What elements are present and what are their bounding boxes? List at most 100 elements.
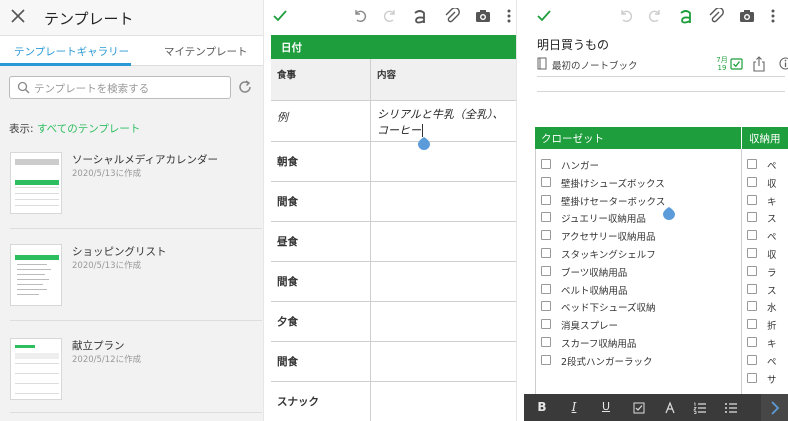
checkbox[interactable]: [747, 248, 757, 258]
attachment-icon[interactable]: [444, 8, 460, 24]
cell-meal[interactable]: 夕食: [271, 302, 371, 341]
cell-meal[interactable]: 朝食: [271, 142, 371, 181]
cell-meal[interactable]: 間食: [271, 182, 371, 221]
highlighter-icon[interactable]: [662, 401, 678, 415]
template-item[interactable]: ショッピングリスト 2020/5/13に作成: [0, 240, 263, 330]
checkbox[interactable]: [747, 354, 757, 365]
checkbox[interactable]: [747, 212, 757, 223]
undo-icon[interactable]: [618, 8, 634, 24]
checkbox[interactable]: [541, 265, 551, 276]
redo-icon[interactable]: [647, 8, 663, 24]
checklist-item-label[interactable]: 消臭スプレー: [561, 318, 618, 332]
checkbox[interactable]: [541, 248, 551, 258]
checklist-item-label[interactable]: スカーフ収納用品: [561, 336, 636, 350]
checkbox[interactable]: [747, 159, 757, 169]
checkbox[interactable]: [747, 319, 757, 330]
cell-content[interactable]: [371, 222, 516, 261]
reminder-date[interactable]: 7月 19: [716, 56, 728, 72]
attachment-icon[interactable]: [708, 8, 724, 24]
refresh-icon[interactable]: [237, 79, 253, 95]
checklist-item-label[interactable]: サ: [767, 372, 777, 386]
cell-meal[interactable]: スナック: [271, 382, 371, 421]
checklist-item-label[interactable]: ベッド下シューズ収納: [561, 300, 656, 314]
checklist-item-label[interactable]: 収: [767, 247, 777, 261]
text-format-icon[interactable]: [678, 8, 694, 26]
cell-content[interactable]: [371, 262, 516, 301]
checklist-item-label[interactable]: ペ: [767, 158, 777, 172]
tab-my-templates[interactable]: マイテンプレート: [164, 44, 247, 59]
bold-button[interactable]: B: [534, 400, 550, 414]
template-filter[interactable]: 表示: すべてのテンプレート: [9, 121, 140, 136]
checklist-item-label[interactable]: ス: [767, 211, 777, 225]
more-menu-icon[interactable]: [506, 8, 512, 24]
checkbox[interactable]: [747, 283, 757, 294]
checklist-item-label[interactable]: 水: [767, 300, 777, 314]
tab-template-gallery[interactable]: テンプレートギャラリー: [14, 44, 129, 59]
cell-meal[interactable]: 間食: [271, 342, 371, 381]
checklist-item-label[interactable]: アクセサリー収納用品: [561, 229, 656, 243]
checkbox[interactable]: [541, 301, 551, 312]
notebook-name[interactable]: 最初のノートブック: [552, 58, 638, 72]
cell-content[interactable]: [371, 382, 516, 421]
text-cursor-handle-icon[interactable]: [418, 134, 430, 150]
checklist-item-label[interactable]: 2段式ハンガーラック: [561, 354, 653, 368]
checkbox[interactable]: [747, 194, 757, 205]
share-icon[interactable]: [753, 56, 765, 72]
more-menu-icon[interactable]: [770, 8, 776, 24]
checkbox[interactable]: [541, 283, 551, 294]
checklist-item-label[interactable]: 収: [767, 176, 777, 190]
camera-icon[interactable]: [475, 8, 491, 24]
checklist-item-label[interactable]: ハンガー: [561, 158, 599, 172]
template-item[interactable]: ソーシャルメディアカレンダー 2020/5/13に作成: [0, 148, 263, 238]
checkbox[interactable]: [747, 265, 757, 276]
checklist-item-label[interactable]: ペ: [767, 354, 777, 368]
cell-content[interactable]: [371, 342, 516, 381]
search-input[interactable]: テンプレートを検索する: [9, 76, 231, 99]
checklist-item-label[interactable]: 折: [767, 318, 777, 332]
checkmark-icon[interactable]: [536, 8, 552, 24]
cell-content[interactable]: [371, 302, 516, 341]
camera-icon[interactable]: [739, 8, 755, 24]
more-format-button[interactable]: [761, 394, 788, 421]
checkbox[interactable]: [747, 337, 757, 347]
checklist-item-label[interactable]: 壁掛けセーターボックス: [561, 194, 665, 208]
numbered-list-icon[interactable]: [692, 402, 708, 414]
checkbox[interactable]: [541, 194, 551, 205]
table-title[interactable]: 日付: [281, 40, 302, 55]
info-icon[interactable]: [779, 57, 788, 70]
template-item[interactable]: 献立プラン 2020/5/12に作成: [0, 334, 263, 421]
checklist-item-label[interactable]: ジュエリー収納用品: [561, 211, 646, 225]
col-header-closet[interactable]: クローゼット: [541, 131, 604, 146]
checkmark-icon[interactable]: [272, 8, 288, 24]
cell-meal[interactable]: 間食: [271, 262, 371, 301]
text-cursor-handle-icon[interactable]: [663, 204, 675, 220]
checkbox[interactable]: [541, 230, 551, 241]
checkbox[interactable]: [541, 212, 551, 223]
checkbox[interactable]: [541, 176, 551, 187]
checkbox[interactable]: [541, 354, 551, 365]
cell-example-content[interactable]: シリアルと牛乳（全乳）、 コーヒー: [371, 101, 516, 141]
checkbox[interactable]: [747, 230, 757, 241]
cell-example-label[interactable]: 例: [271, 101, 371, 141]
checkbox[interactable]: [747, 301, 757, 312]
cell-meal[interactable]: 昼食: [271, 222, 371, 261]
checklist-item-label[interactable]: キ: [767, 194, 777, 208]
col-header-content[interactable]: 内容: [371, 59, 516, 100]
italic-button[interactable]: I: [566, 400, 582, 414]
checkbox-icon[interactable]: [631, 402, 647, 414]
redo-icon[interactable]: [382, 8, 398, 24]
checklist-item-label[interactable]: 壁掛けシューズボックス: [561, 176, 665, 190]
note-title[interactable]: 明日買うもの: [537, 36, 609, 53]
filter-value[interactable]: すべてのテンプレート: [37, 123, 141, 135]
checklist-item-label[interactable]: キ: [767, 336, 777, 350]
checklist-item-label[interactable]: ブーツ収納用品: [561, 265, 627, 279]
cell-content[interactable]: [371, 142, 516, 181]
text-format-icon[interactable]: [412, 8, 428, 26]
col-header-storage[interactable]: 収納用: [749, 131, 781, 146]
checkbox[interactable]: [541, 319, 551, 330]
checklist-item-label[interactable]: ベルト収納用品: [561, 283, 628, 297]
underline-button[interactable]: U: [598, 400, 614, 413]
undo-icon[interactable]: [352, 8, 368, 24]
checklist-item-label[interactable]: ペ: [767, 229, 777, 243]
checkbox[interactable]: [541, 159, 551, 169]
